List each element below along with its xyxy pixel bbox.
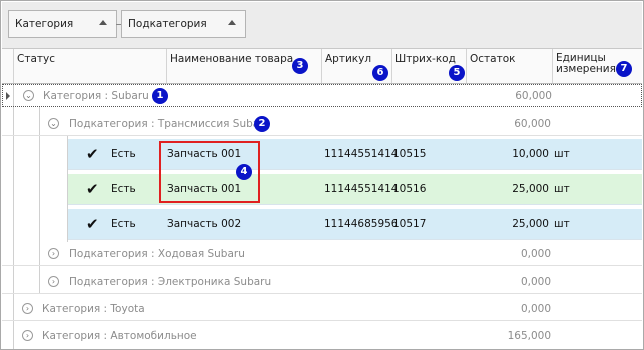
column-header-barcode-label: Штрих-код — [395, 53, 456, 65]
cell-status: Есть — [111, 183, 136, 195]
cell-article: 11144551414 — [324, 148, 398, 160]
check-mark-icon: ✔ — [86, 145, 99, 163]
cell-unit: шт — [554, 148, 570, 160]
group-row-category-toyota[interactable]: › Категория : Toyota 0,000 — [2, 298, 642, 321]
callout-badge: 4 — [236, 164, 252, 180]
column-header-unit-label: Единицы измерения — [556, 52, 616, 75]
column-header-stock-label: Остаток — [470, 53, 516, 65]
group-row-label: Подкатегория : Электроника Subaru — [69, 276, 272, 288]
cell-article: 11144551414 — [324, 183, 398, 195]
cell-barcode: 10517 — [393, 218, 427, 230]
group-row-subcategory-chassis[interactable]: › Подкатегория : Ходовая Subaru 0,000 — [2, 243, 642, 266]
group-row-subcategory-transmission[interactable]: ⌄ Подкатегория : Трансмиссия Subaru 2 60… — [2, 113, 642, 136]
group-total: 0,000 — [520, 248, 551, 260]
expand-icon[interactable]: › — [48, 276, 59, 287]
sort-ascending-icon — [99, 20, 107, 25]
check-mark-icon: ✔ — [86, 180, 99, 198]
expand-icon[interactable]: › — [48, 248, 59, 259]
group-button-category[interactable]: Категория — [8, 10, 117, 38]
group-row-label: Подкатегория : Трансмиссия Subaru — [69, 118, 271, 130]
cell-status: Есть — [111, 218, 136, 230]
cell-barcode: 10516 — [393, 183, 427, 195]
cell-unit: шт — [554, 183, 570, 195]
row-indicator-header — [2, 49, 14, 83]
column-header-name[interactable]: Наименование товара 3 — [167, 49, 322, 83]
cell-stock: 25,000 — [512, 218, 549, 230]
expand-icon[interactable]: › — [22, 330, 33, 341]
check-mark-icon: ✔ — [86, 215, 99, 233]
cell-status: Есть — [111, 148, 136, 160]
cell-stock: 10,000 — [512, 148, 549, 160]
cell-stock: 25,000 — [512, 183, 549, 195]
column-header-article[interactable]: Артикул 6 — [322, 49, 392, 83]
callout-badge: 3 — [292, 58, 308, 74]
callout-badge: 6 — [372, 65, 388, 81]
group-total: 165,000 — [507, 330, 551, 342]
group-total: 0,000 — [520, 303, 551, 315]
column-header-status-label: Статус — [17, 53, 55, 65]
group-row-label: Категория : Toyota — [42, 303, 145, 315]
table-row[interactable]: ✔ Есть Запчасть 001 11144551414 10516 25… — [68, 174, 642, 205]
table-row[interactable]: ✔ Есть Запчасть 002 11144685956 10517 25… — [68, 209, 642, 240]
group-button-subcategory[interactable]: Подкатегория — [121, 10, 246, 38]
callout-badge: 5 — [449, 65, 465, 81]
cell-unit: шт — [554, 218, 570, 230]
expand-icon[interactable]: › — [22, 303, 33, 314]
callout-badge: 1 — [152, 88, 168, 104]
group-button-category-label: Категория — [15, 18, 74, 30]
cell-name: Запчасть 002 — [167, 218, 242, 230]
column-header-stock[interactable]: Остаток — [467, 49, 553, 83]
group-row-label: Подкатегория : Ходовая Subaru — [69, 248, 245, 260]
group-row-label: Категория : Автомобильное — [42, 330, 197, 342]
group-button-subcategory-label: Подкатегория — [128, 18, 207, 30]
callout-badge: 7 — [616, 61, 632, 77]
sort-ascending-icon — [228, 20, 236, 25]
cell-barcode: 10515 — [393, 148, 427, 160]
column-header: Статус Наименование товара 3 Артикул 6 Ш… — [2, 49, 642, 84]
column-header-unit[interactable]: Единицы измерения 7 — [553, 49, 642, 83]
group-total: 0,000 — [520, 276, 551, 288]
column-header-status[interactable]: Статус — [14, 49, 167, 83]
table-row[interactable]: ✔ Есть Запчасть 001 11144551414 10515 10… — [68, 139, 642, 170]
column-header-article-label: Артикул — [325, 53, 372, 65]
row-indicator-icon — [6, 92, 10, 100]
column-header-name-label: Наименование товара — [170, 53, 294, 65]
grid-window: Категория Подкатегория Статус Наименован… — [0, 0, 644, 350]
callout-badge: 2 — [254, 116, 270, 132]
group-row-category-subaru[interactable]: ⌄ Категория : Subaru 1 60,000 — [2, 84, 642, 107]
group-row-subcategory-electronics[interactable]: › Подкатегория : Электроника Subaru 0,00… — [2, 271, 642, 294]
column-header-barcode[interactable]: Штрих-код 5 — [392, 49, 467, 83]
group-row-label: Категория : Subaru — [43, 90, 149, 102]
group-row-category-automotive[interactable]: › Категория : Автомобильное 165,000 — [2, 325, 642, 348]
cell-article: 11144685956 — [324, 218, 398, 230]
group-by-panel: Категория Подкатегория — [2, 2, 642, 49]
group-total: 60,000 — [514, 118, 551, 130]
collapse-icon[interactable]: ⌄ — [48, 118, 59, 129]
group-total: 60,000 — [515, 90, 552, 102]
collapse-icon[interactable]: ⌄ — [23, 90, 34, 101]
